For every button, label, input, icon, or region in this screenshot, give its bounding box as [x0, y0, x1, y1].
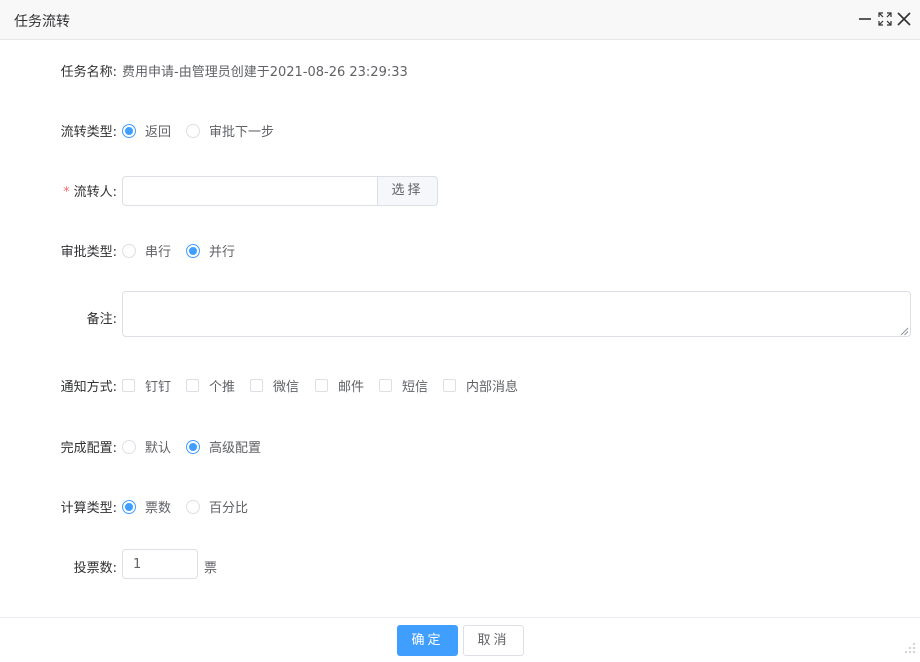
completion-config-label: 完成配置: [60, 441, 117, 456]
dialog-title: 任务流转 [14, 14, 70, 30]
resize-handle-icon[interactable] [899, 325, 909, 340]
vote-count-label: 投票数: [73, 561, 117, 576]
checkbox-box [250, 379, 263, 392]
footer-divider [0, 617, 920, 618]
checkbox-box [379, 379, 392, 392]
radio-checked-indicator [186, 243, 200, 258]
notify-checkbox-internal-message[interactable]: 内部消息 [443, 376, 518, 395]
radio-label: 默认 [145, 441, 172, 456]
radio-label: 票数 [145, 501, 172, 516]
checkbox-label: 钉钉 [145, 380, 172, 395]
vote-unit: 票 [204, 561, 218, 576]
radio-label: 串行 [145, 245, 172, 260]
radio-unchecked-indicator [122, 439, 136, 454]
completion-radio-advanced[interactable]: 高级配置 [186, 437, 261, 456]
checkbox-box [186, 379, 199, 392]
radio-label: 并行 [209, 245, 236, 260]
close-icon[interactable] [895, 10, 913, 28]
remark-textarea[interactable] [122, 291, 911, 337]
radio-unchecked-indicator [186, 499, 200, 514]
radio-label: 返回 [145, 125, 172, 140]
notify-label: 通知方式: [60, 380, 117, 395]
radio-label: 百分比 [209, 501, 249, 516]
checkbox-label: 个推 [209, 380, 236, 395]
radio-checked-indicator [186, 439, 200, 454]
radio-label: 高级配置 [209, 441, 262, 456]
task-name-value: 费用申请-由管理员创建于2021-08-26 23:29:33 [122, 65, 408, 80]
checkbox-box [443, 379, 456, 392]
checkbox-label: 微信 [273, 380, 300, 395]
flow-type-label: 流转类型: [60, 125, 117, 140]
assignee-label: * 流转人: [63, 181, 117, 200]
radio-checked-indicator [122, 499, 136, 514]
completion-radio-default[interactable]: 默认 [122, 437, 171, 456]
assignee-input[interactable] [122, 176, 378, 206]
checkbox-label: 内部消息 [466, 380, 519, 395]
checkbox-box [122, 379, 135, 392]
confirm-button[interactable]: 确定 [397, 625, 458, 656]
notify-checkbox-sms[interactable]: 短信 [379, 376, 428, 395]
radio-checked-indicator [122, 123, 136, 138]
flow-type-radio-return[interactable]: 返回 [122, 121, 171, 140]
notify-checkbox-wechat[interactable]: 微信 [250, 376, 299, 395]
checkbox-label: 邮件 [338, 380, 365, 395]
notify-checkbox-getui[interactable]: 个推 [186, 376, 235, 395]
minimize-icon[interactable] [856, 10, 874, 28]
notify-checkbox-dingtalk[interactable]: 钉钉 [122, 376, 171, 395]
calc-type-radio-votes[interactable]: 票数 [122, 497, 171, 516]
radio-unchecked-indicator [122, 243, 136, 258]
flow-type-radio-next-step[interactable]: 审批下一步 [186, 121, 274, 140]
approval-type-label: 审批类型: [60, 245, 117, 260]
cancel-button[interactable]: 取消 [463, 625, 524, 656]
select-assignee-button[interactable]: 选择 [377, 176, 438, 206]
task-flow-dialog: 任务流转 任务名称: 费用申请-由管理员创建于2021-08-26 23:29:… [0, 0, 920, 662]
vote-count-input[interactable] [122, 549, 198, 579]
task-name-label: 任务名称: [60, 65, 117, 80]
radio-unchecked-indicator [186, 123, 200, 138]
notify-checkbox-email[interactable]: 邮件 [315, 376, 364, 395]
dialog-resize-grip-icon[interactable] [904, 642, 916, 658]
assignee-label-text: 流转人: [73, 185, 117, 200]
calc-type-radio-percentage[interactable]: 百分比 [186, 497, 248, 516]
checkbox-label: 短信 [402, 380, 429, 395]
approval-type-radio-serial[interactable]: 串行 [122, 241, 171, 260]
approval-type-radio-parallel[interactable]: 并行 [186, 241, 235, 260]
checkbox-box [315, 379, 328, 392]
required-asterisk: * [63, 185, 70, 200]
radio-label: 审批下一步 [209, 125, 275, 140]
fullscreen-icon[interactable] [876, 10, 894, 28]
dialog-header: 任务流转 [0, 0, 920, 40]
remark-label: 备注: [86, 312, 117, 327]
calc-type-label: 计算类型: [60, 501, 117, 516]
